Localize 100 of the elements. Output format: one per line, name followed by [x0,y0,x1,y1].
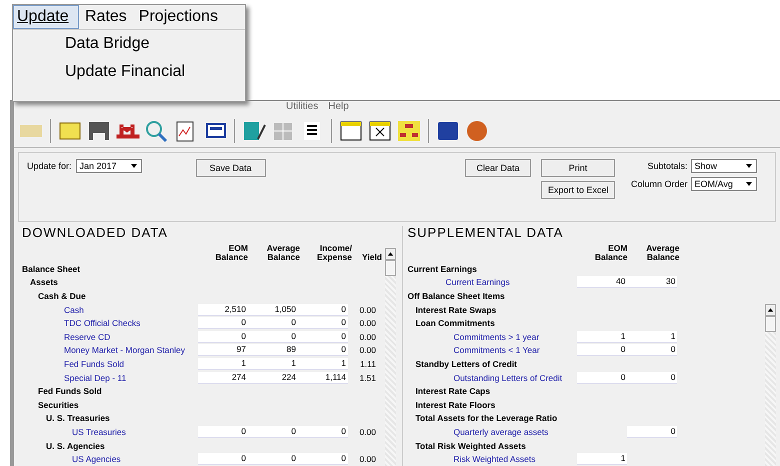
scrollbar[interactable] [385,248,396,466]
menu-item[interactable]: Update Financial [13,58,245,86]
row-label: Outstanding Letters of Credit [452,372,564,383]
subtotals-dropdown[interactable]: Show [690,159,757,173]
print-button[interactable]: Print [541,159,615,177]
row-label: Fed Funds Sold [37,386,103,396]
scroll-up-icon[interactable] [765,304,776,316]
menu-item[interactable]: Rates [79,5,133,29]
value-cell: 1 [298,358,348,370]
row-label: Balance Sheet [22,264,82,274]
row-label: US Agencies [71,454,122,464]
row-label: US Treasuries [71,426,127,437]
value-cell: 0 [248,330,298,343]
row-label: U. S. Agencies [45,440,106,451]
value-cell: 224 [248,372,298,384]
clear-button[interactable]: Clear Data [465,159,531,177]
menu-item[interactable]: Update [13,5,79,29]
export-button[interactable]: Export to Excel [541,181,615,199]
search-icon[interactable] [144,119,170,143]
menu-item[interactable]: Data Bridge [13,30,245,58]
dropdown-arrow-icon[interactable] [130,162,138,170]
row-label: Securities [37,400,80,410]
row-label: Commitments < 1 Year [452,345,541,356]
value-cell: 1 [577,330,628,343]
row-label: Cash [63,304,85,315]
row-label: Current Earnings [444,277,511,288]
row-label: Interest Rate Caps [414,386,492,396]
scroll-thumb[interactable] [765,316,776,332]
value-cell: 0 [248,426,298,438]
column-header: EOM Balance [214,244,249,262]
row-label: Cash & Due [37,290,87,301]
menu-item[interactable]: Projections [132,5,224,29]
menu-item[interactable]: Help [328,101,349,115]
value-cell: 0 [198,426,248,438]
scrollbar[interactable] [765,304,776,466]
value-cell: 2,510 [198,304,248,316]
row-label: Current Earnings [407,264,478,274]
row-label: Off Balance Sheet Items [407,290,506,301]
column-header: Average Balance [266,244,301,262]
column-header: Income/ Expense [316,244,353,262]
value-cell: 1,114 [298,372,348,384]
yield-value: 0.00 [358,318,376,328]
row-label: Risk Weighted Assets [452,454,537,464]
row-label: Reserve CD [63,332,112,342]
value-cell: 40 [577,276,628,288]
dropdown-arrow-icon[interactable] [744,162,753,170]
scroll-up-icon[interactable] [385,248,396,260]
value-cell: 0 [627,372,678,384]
value-cell: 0 [248,453,298,466]
column-order-dropdown[interactable]: EOM/Avg [690,177,757,191]
section-title: SUPPLEMENTAL DATA [406,226,564,242]
yield-value: 1.51 [358,372,376,383]
value-cell: 0 [298,317,348,330]
row-label: Standby Letters of Credit [414,358,518,369]
value-cell: 0 [298,330,348,343]
value-cell: 30 [627,276,678,288]
field-label: Column Order [631,179,688,189]
dropdown-arrow-icon[interactable] [744,180,753,188]
scroll-thumb[interactable] [385,260,396,276]
field-label: Update for: [27,161,72,171]
section-title: DOWNLOADED DATA [21,226,169,242]
column-header: Yield [361,253,383,262]
menu-item[interactable]: Utilities [286,101,318,115]
save-button[interactable]: Save Data [196,159,266,177]
save-icon[interactable] [86,119,112,143]
row-label: Fed Funds Sold [63,358,126,369]
yield-value: 1.11 [359,358,376,369]
row-label: Commitments > 1 year [452,332,540,342]
value-cell: 0 [298,453,348,466]
value-cell: 0 [198,330,248,343]
row-label: Quarterly average assets [452,426,550,437]
row-label: Interest Rate Swaps [414,304,498,315]
value-cell: 274 [198,372,248,384]
value-cell: 0 [627,344,678,356]
value-cell: 0 [298,304,348,316]
row-label: U. S. Treasuries [45,413,111,424]
network-icon[interactable] [396,119,422,143]
yield-value: 0.00 [358,304,376,315]
value-cell: 1,050 [248,304,298,316]
yield-value: 0.00 [358,426,376,437]
row-label: Money Market - Morgan Stanley [63,345,186,356]
row-label: Special Dep - 11 [63,372,128,383]
value-cell: 1 [627,330,678,343]
value-cell: 0 [627,426,678,438]
value-cell: 0 [577,344,628,356]
yield-value: 0.00 [358,332,376,342]
row-label: Total Risk Weighted Assets [414,440,527,451]
value-cell: 0 [298,344,348,356]
yield-value: 0.00 [358,454,376,464]
value-cell: 0 [298,426,348,438]
column-header: EOM Balance [594,244,628,262]
row-label: Loan Commitments [414,318,496,328]
value-cell: 0 [248,317,298,330]
value-cell: 0 [198,317,248,330]
value-cell: 97 [198,344,248,356]
row-label: Total Assets for the Leverage Ratio [414,413,558,424]
value-cell: 89 [248,344,298,356]
field-label: Subtotals: [648,161,688,171]
column-header: Average Balance [645,244,680,262]
month-dropdown[interactable]: Jan 2017 [76,159,142,173]
